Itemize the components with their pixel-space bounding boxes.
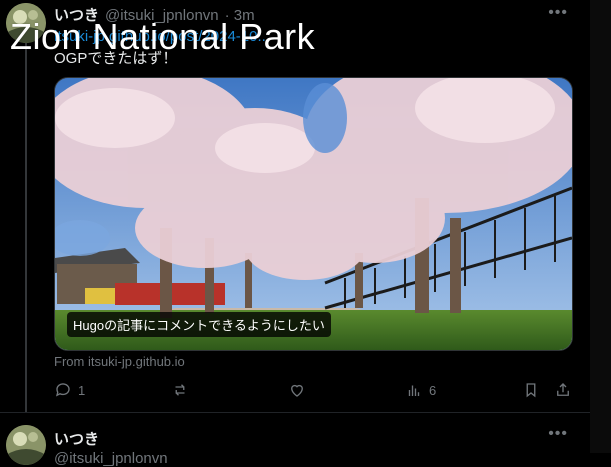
reply-icon — [55, 383, 70, 397]
avatar[interactable] — [6, 425, 46, 465]
reply-button[interactable]: 1 — [54, 381, 85, 399]
like-button[interactable] — [288, 381, 312, 399]
overlay-title: Zion National Park — [10, 16, 316, 57]
reply-count: 1 — [78, 382, 86, 398]
bookmark-icon — [526, 383, 536, 398]
card-image — [55, 78, 572, 350]
post-2[interactable]: いつき @itsuki_jpnlonvn ••• — [0, 413, 590, 467]
author-name[interactable]: いつき — [54, 428, 99, 449]
card-source[interactable]: From itsuki-jp.github.io — [54, 354, 185, 369]
avatar-image — [6, 425, 46, 465]
thread-line — [25, 40, 27, 412]
scrollbar-track[interactable] — [590, 0, 611, 453]
views-count: 6 — [429, 382, 437, 398]
more-horizontal-icon[interactable]: ••• — [548, 425, 568, 443]
bookmark-button[interactable] — [522, 381, 540, 399]
more-horizontal-icon[interactable]: ••• — [548, 4, 568, 22]
post-actions: 1 6 — [54, 381, 571, 401]
card-caption: Hugoの記事にコメントできるようにしたい — [67, 312, 331, 337]
share-icon — [557, 383, 569, 396]
repost-button[interactable] — [171, 381, 195, 399]
heart-icon — [291, 384, 303, 397]
post[interactable]: いつき @itsuki_jpnlonvn · 3m ••• itsuki-jp.… — [0, 0, 590, 412]
views-button[interactable]: 6 — [405, 381, 436, 399]
repost-icon — [175, 384, 185, 396]
views-icon — [408, 385, 420, 396]
share-button[interactable] — [554, 381, 572, 399]
link-card[interactable]: Hugoの記事にコメントできるようにしたい — [54, 77, 573, 351]
